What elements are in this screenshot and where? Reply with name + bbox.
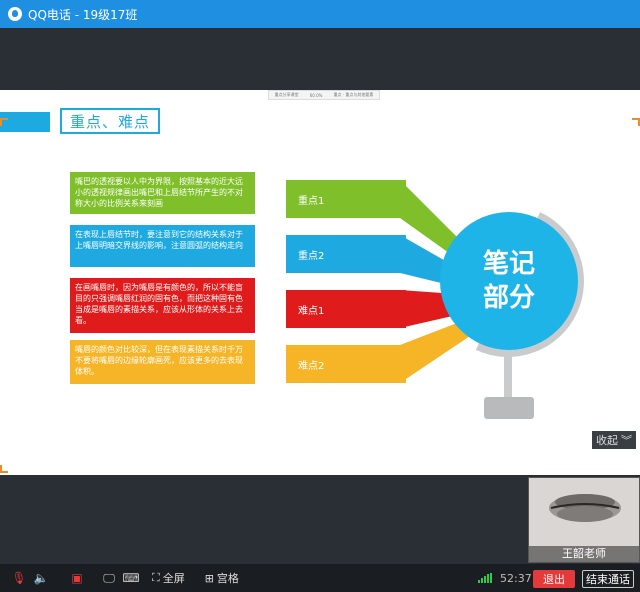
teacher-name: 王韶老师	[529, 546, 639, 562]
call-duration: 52:37	[500, 572, 532, 585]
tag-difficulty-1: 难点1	[286, 290, 406, 328]
speaker-icon[interactable]: 🔈	[30, 569, 52, 587]
qq-logo-icon	[8, 7, 22, 21]
grid-icon: ⊞	[204, 571, 214, 585]
lip-sketch-image	[549, 494, 621, 522]
globe-line-1: 笔记	[482, 249, 535, 279]
grid-label: 宫格	[216, 572, 239, 585]
signal-strength-icon	[478, 573, 492, 583]
tag-difficulty-2: 难点2	[286, 345, 406, 383]
collapse-button[interactable]: 收起 ︾	[592, 431, 636, 449]
frame-corner	[0, 465, 8, 473]
screen-share-icon[interactable]: 🖵	[98, 569, 120, 587]
frame-corner	[0, 118, 8, 126]
fullscreen-button[interactable]: ⛶ 全屏	[152, 570, 185, 586]
shared-slide: 重点分享课堂 60.0% 重点 · 重点与其他要素 重点、难点 嘴巴的透视要以人…	[0, 90, 640, 475]
chevron-down-icon: ︾	[621, 434, 632, 447]
camera-off-icon[interactable]: ▣	[66, 569, 88, 587]
mic-muted-icon[interactable]: 🎙	[8, 569, 30, 587]
frame-corner	[632, 118, 640, 126]
title-bar: QQ电话 - 19级17班	[0, 0, 640, 28]
tag-key-point-1: 重点1	[286, 180, 406, 218]
globe-stand	[504, 352, 512, 402]
exit-button[interactable]: 退出	[533, 570, 575, 588]
teacher-video-thumbnail[interactable]: 王韶老师	[528, 477, 640, 563]
window-title: QQ电话 - 19级17班	[28, 7, 138, 22]
globe-base	[484, 397, 534, 419]
end-call-button[interactable]: 结束通话	[582, 570, 634, 588]
whiteboard-icon[interactable]: ⌨	[120, 569, 142, 587]
grid-view-button[interactable]: ⊞ 宫格	[205, 570, 239, 586]
notes-globe: 笔记 部分	[440, 212, 578, 350]
tag-key-point-2: 重点2	[286, 235, 406, 273]
globe-line-2: 部分	[482, 283, 535, 313]
fullscreen-label: 全屏	[162, 572, 185, 585]
fullscreen-icon: ⛶	[152, 571, 160, 584]
collapse-label: 收起	[596, 434, 618, 447]
